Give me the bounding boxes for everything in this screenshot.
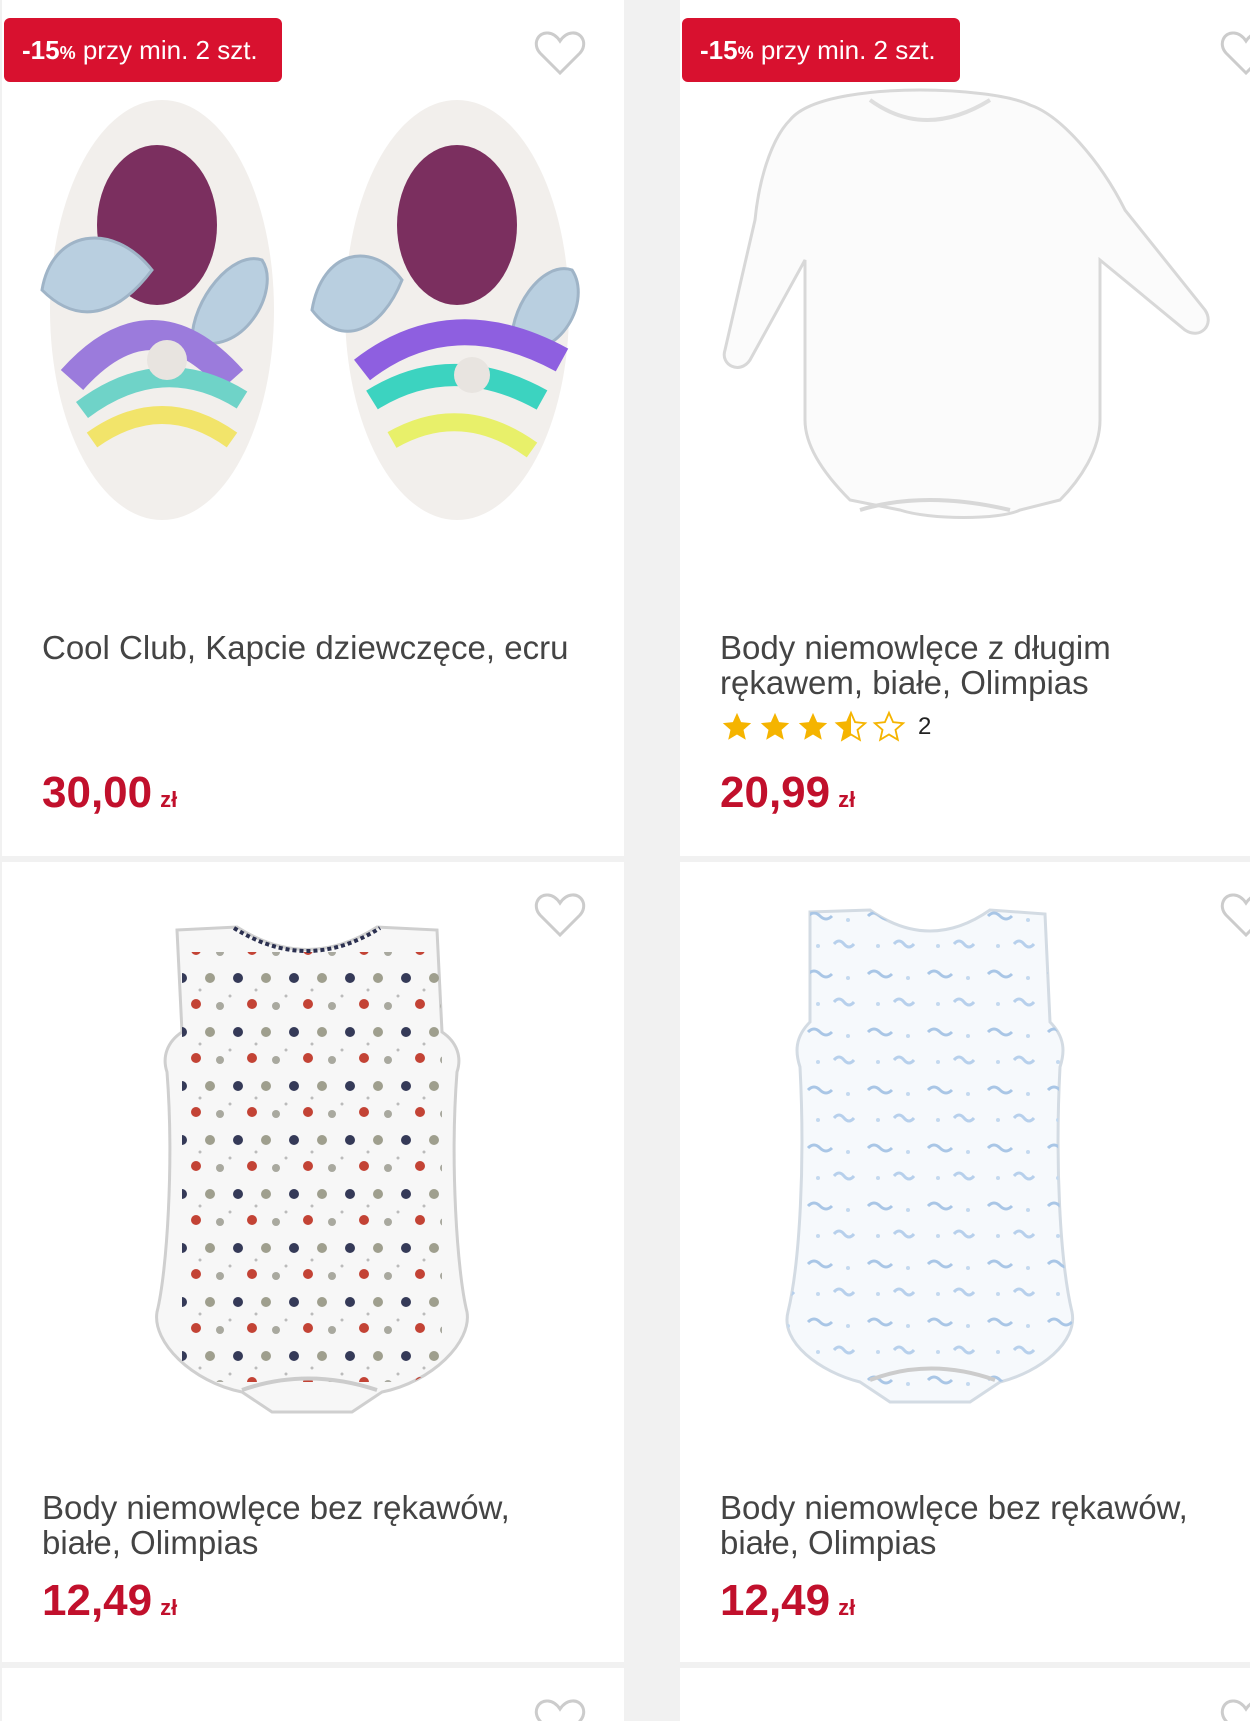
price-currency: zł xyxy=(160,1595,178,1620)
product-price: 12,49 zł xyxy=(42,1576,177,1626)
star-full-icon xyxy=(760,712,790,740)
product-card[interactable]: -15% przy min. 2 szt. Cool Club, Kapcie … xyxy=(2,0,624,856)
price-value: 20,99 xyxy=(720,768,831,817)
heart-icon[interactable] xyxy=(1220,1698,1250,1721)
product-card[interactable]: Body niemowlęce bez rękawów, białe, Olim… xyxy=(680,862,1250,1662)
product-price: 12,49 zł xyxy=(720,1576,855,1626)
product-card[interactable]: -15% przy min. 2 szt. Body niemowlęce z … xyxy=(680,0,1250,856)
product-title[interactable]: Body niemowlęce z długim rękawem, białe,… xyxy=(720,630,1220,700)
star-full-icon xyxy=(722,712,752,740)
price-value: 30,00 xyxy=(42,768,153,817)
product-card[interactable] xyxy=(680,1668,1250,1721)
rating-count: 2 xyxy=(918,713,932,740)
product-price: 30,00 zł xyxy=(42,768,177,818)
price-currency: zł xyxy=(160,787,178,812)
product-card[interactable]: Body niemowlęce bez rękawów, białe, Olim… xyxy=(2,862,624,1662)
price-value: 12,49 xyxy=(42,1576,153,1625)
price-currency: zł xyxy=(838,787,856,812)
star-empty-icon xyxy=(872,710,906,742)
product-title[interactable]: Body niemowlęce bez rękawów, białe, Olim… xyxy=(720,1490,1220,1560)
rating: 2 xyxy=(720,710,931,744)
product-image[interactable] xyxy=(680,60,1250,580)
product-title[interactable]: Body niemowlęce bez rękawów, białe, Olim… xyxy=(42,1490,594,1560)
price-value: 12,49 xyxy=(720,1576,831,1625)
product-price: 20,99 zł xyxy=(720,768,855,818)
price-currency: zł xyxy=(838,1595,856,1620)
star-full-icon xyxy=(798,712,828,740)
product-image[interactable] xyxy=(2,60,624,580)
product-image[interactable] xyxy=(680,902,1250,1432)
product-image[interactable] xyxy=(2,912,624,1432)
heart-icon[interactable] xyxy=(534,1698,586,1721)
product-title[interactable]: Cool Club, Kapcie dziewczęce, ecru xyxy=(42,630,594,665)
star-half-icon xyxy=(834,710,868,742)
product-card[interactable] xyxy=(2,1668,624,1721)
